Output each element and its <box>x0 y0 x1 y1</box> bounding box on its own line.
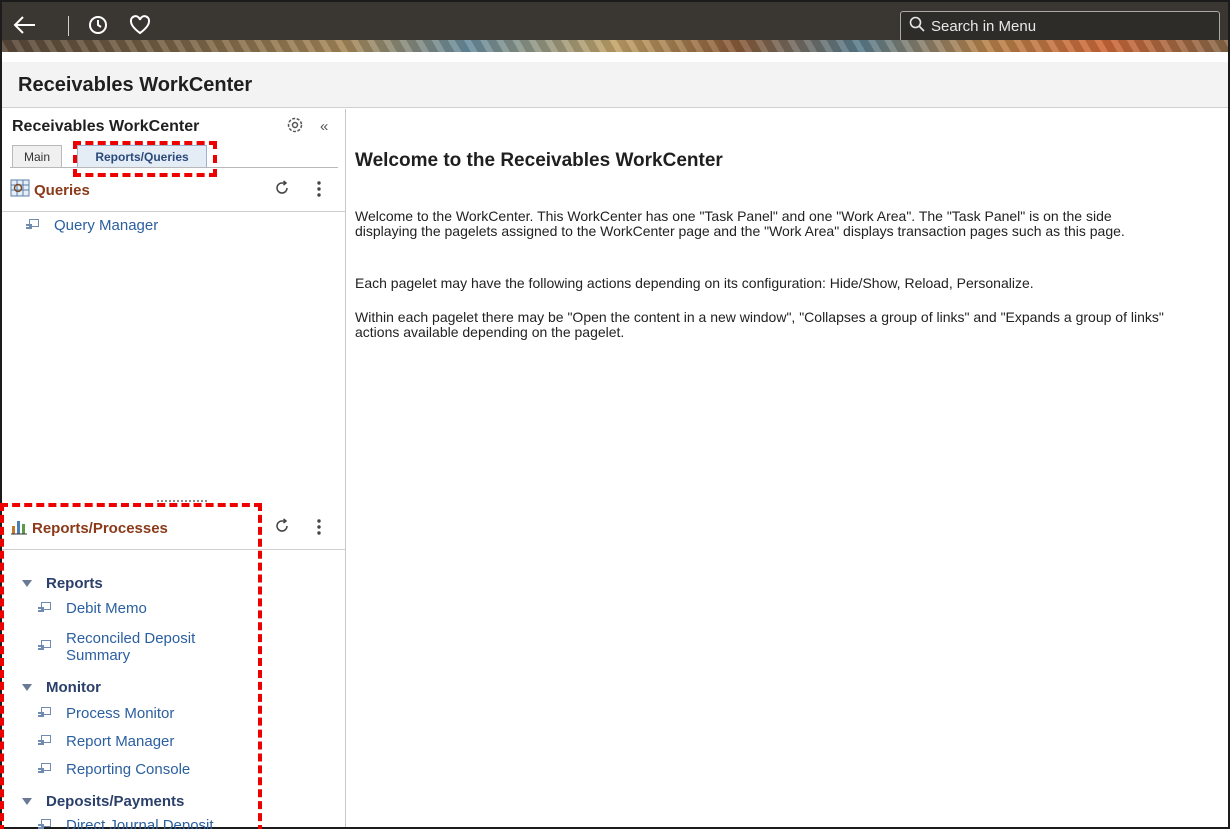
page-title-bar: Receivables WorkCenter <box>2 62 1228 108</box>
group-label: Monitor <box>46 679 101 696</box>
more-options-icon[interactable] <box>316 180 322 203</box>
back-arrow-icon[interactable] <box>8 10 42 40</box>
link-page-icon <box>38 640 51 652</box>
search-menu-field[interactable] <box>900 11 1220 42</box>
link-page-icon <box>38 735 51 747</box>
link-page-icon <box>38 819 51 829</box>
collapse-triangle-icon <box>22 580 32 587</box>
link-label: Debit Memo <box>66 600 147 617</box>
top-navigation-bar <box>2 2 1228 52</box>
link-report-manager[interactable]: Report Manager <box>38 733 174 750</box>
history-clock-icon[interactable] <box>84 10 112 40</box>
favorites-heart-icon[interactable] <box>126 10 154 40</box>
more-options-icon[interactable] <box>316 518 322 541</box>
queries-pagelet-title: Queries <box>34 181 90 199</box>
collapse-triangle-icon <box>22 798 32 805</box>
link-page-icon <box>38 602 51 614</box>
search-menu-input[interactable] <box>931 18 1211 35</box>
welcome-paragraph-2: Each pagelet may have the following acti… <box>355 275 1034 291</box>
queries-pagelet-header: Queries <box>2 169 345 211</box>
link-label: Reconciled Deposit Summary <box>66 630 196 664</box>
decorative-banner-strip <box>2 40 1228 52</box>
link-reporting-console[interactable]: Reporting Console <box>38 761 190 778</box>
group-label: Reports <box>46 575 103 592</box>
welcome-paragraph-1: Welcome to the WorkCenter. This WorkCent… <box>355 208 1125 239</box>
link-debit-memo[interactable]: Debit Memo <box>38 600 147 617</box>
toolbar-separator <box>68 16 69 36</box>
page-title: Receivables WorkCenter <box>18 74 253 96</box>
queries-icon <box>10 179 30 202</box>
link-label: Query Manager <box>54 217 159 234</box>
group-deposits-payments[interactable]: Deposits/Payments <box>20 793 184 810</box>
task-panel-title: Receivables WorkCenter <box>12 118 200 135</box>
link-reconciled-deposit-summary[interactable]: Reconciled Deposit Summary <box>38 630 208 664</box>
group-monitor[interactable]: Monitor <box>20 679 101 696</box>
collapse-panel-button[interactable]: « <box>320 118 328 135</box>
link-query-manager[interactable]: Query Manager <box>26 217 158 234</box>
gear-icon[interactable] <box>286 116 304 139</box>
link-label: Process Monitor <box>66 705 175 722</box>
group-reports[interactable]: Reports <box>20 575 103 592</box>
welcome-paragraph-3: Within each pagelet there may be "Open t… <box>355 309 1164 340</box>
collapse-triangle-icon <box>22 684 32 691</box>
welcome-title: Welcome to the Receivables WorkCenter <box>355 150 723 171</box>
link-direct-journal-deposit[interactable]: Direct Journal Deposit <box>38 817 214 829</box>
refresh-icon[interactable] <box>274 180 290 201</box>
link-page-icon <box>38 763 51 775</box>
link-label: Reporting Console <box>66 761 191 778</box>
link-page-icon <box>26 219 39 231</box>
search-icon <box>909 16 925 37</box>
link-label: Direct Journal Deposit <box>66 817 214 829</box>
tab-main[interactable]: Main <box>12 145 62 167</box>
group-label: Deposits/Payments <box>46 793 185 810</box>
pagelet-divider <box>2 211 345 212</box>
link-process-monitor[interactable]: Process Monitor <box>38 705 174 722</box>
link-page-icon <box>38 707 51 719</box>
task-panel: Receivables WorkCenter « Main Reports/Qu… <box>0 109 346 829</box>
refresh-icon[interactable] <box>274 518 290 539</box>
link-label: Report Manager <box>66 733 175 750</box>
highlight-box-reports <box>0 503 262 829</box>
